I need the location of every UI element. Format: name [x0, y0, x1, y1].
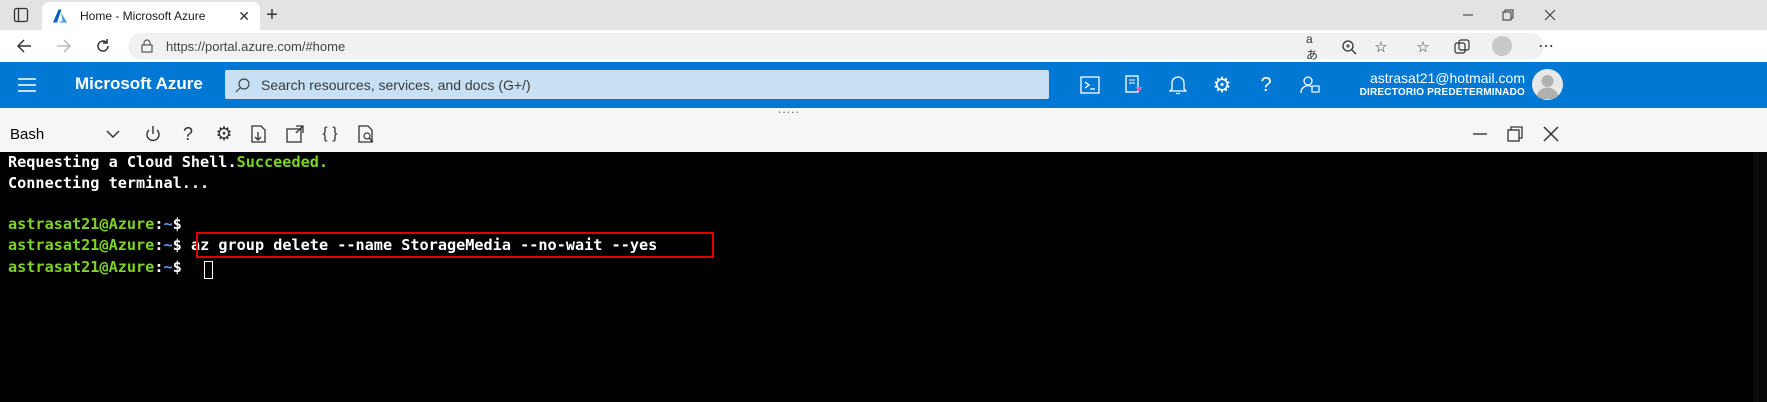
- prompt-user: astrasat21@Azure: [8, 215, 155, 233]
- azure-search-input[interactable]: Search resources, services, and docs (G+…: [225, 70, 1049, 99]
- upload-download-icon[interactable]: [248, 123, 270, 145]
- terminal-line-1: Requesting a Cloud Shell.Succeeded.: [8, 152, 328, 173]
- prompt-symbol: $: [172, 258, 182, 276]
- web-preview-icon[interactable]: [355, 123, 377, 145]
- terminal[interactable]: Requesting a Cloud Shell.Succeeded. Conn…: [0, 152, 1767, 402]
- prompt-path: ~: [163, 258, 173, 276]
- favorites-icon[interactable]: ☆: [1414, 38, 1432, 56]
- directory-filter-icon[interactable]: [1121, 72, 1147, 98]
- cloud-shell-icon[interactable]: [1077, 72, 1103, 98]
- forward-icon[interactable]: [54, 36, 74, 56]
- editor-braces-icon[interactable]: { }: [319, 123, 341, 145]
- zoom-icon[interactable]: [1340, 38, 1358, 56]
- minimize-shell-icon[interactable]: [1469, 123, 1491, 145]
- profile-avatar-icon[interactable]: [1492, 36, 1512, 56]
- terminal-cursor: [204, 261, 213, 279]
- command-highlight-box: [196, 232, 714, 258]
- terminal-line-2: Connecting terminal...: [8, 174, 210, 192]
- account-avatar[interactable]: [1532, 69, 1563, 100]
- account-info[interactable]: astrasat21@hotmail.com DIRECTORIO PREDET…: [1300, 70, 1525, 98]
- address-bar-row: https://portal.azure.com/#home aあ ☆ ☆ ⋯: [0, 30, 1767, 62]
- azure-favicon-icon: [53, 9, 67, 23]
- new-tab-button[interactable]: +: [262, 4, 282, 26]
- tab-close-icon[interactable]: ✕: [238, 8, 250, 25]
- restart-power-icon[interactable]: [142, 123, 164, 145]
- prompt-line-3: astrasat21@Azure:~$: [8, 257, 182, 278]
- tab-actions-icon[interactable]: [12, 6, 30, 24]
- search-placeholder: Search resources, services, and docs (G+…: [261, 76, 531, 93]
- account-email: astrasat21@hotmail.com: [1369, 70, 1525, 86]
- prompt-symbol: $: [172, 236, 182, 254]
- add-favorite-icon[interactable]: ☆: [1372, 38, 1390, 56]
- url-text: https://portal.azure.com/#home: [166, 38, 346, 54]
- back-icon[interactable]: [14, 36, 34, 56]
- refresh-icon[interactable]: [93, 36, 113, 56]
- open-session-icon[interactable]: [284, 123, 306, 145]
- address-bar[interactable]: https://portal.azure.com/#home: [128, 33, 1544, 59]
- shell-type-label: Bash: [10, 125, 45, 143]
- hamburger-menu-icon[interactable]: [16, 75, 38, 95]
- minimize-window-icon[interactable]: [1458, 5, 1478, 25]
- maximize-shell-icon[interactable]: [1504, 123, 1526, 145]
- succeeded-status: Succeeded.: [236, 153, 329, 171]
- more-options-icon[interactable]: ⋯: [1536, 36, 1556, 56]
- collections-icon[interactable]: [1453, 38, 1471, 56]
- prompt-user: astrasat21@Azure: [8, 236, 155, 254]
- request-text: Requesting a Cloud Shell.: [8, 153, 237, 171]
- help-icon[interactable]: ?: [1253, 72, 1279, 98]
- search-icon: [235, 77, 250, 92]
- resize-grip[interactable]: .....: [0, 102, 1767, 116]
- restore-window-icon[interactable]: [1498, 5, 1518, 25]
- prompt-path: ~: [163, 215, 173, 233]
- chevron-down-icon: [106, 130, 120, 138]
- prompt-user: astrasat21@Azure: [8, 258, 155, 276]
- shell-type-select[interactable]: Bash: [10, 124, 120, 144]
- prompt-symbol: $: [172, 215, 182, 233]
- close-shell-icon[interactable]: [1540, 123, 1562, 145]
- prompt-line-1: astrasat21@Azure:~$: [8, 214, 182, 235]
- prompt-path: ~: [163, 236, 173, 254]
- lock-icon: [141, 39, 153, 53]
- tab-title: Home - Microsoft Azure: [80, 9, 206, 23]
- shell-settings-icon[interactable]: ⚙: [213, 123, 235, 145]
- account-directory: DIRECTORIO PREDETERMINADO: [1359, 87, 1525, 98]
- browser-tab-strip: Home - Microsoft Azure ✕ +: [0, 0, 1767, 30]
- terminal-scrollbar[interactable]: [1753, 152, 1767, 402]
- azure-brand[interactable]: Microsoft Azure: [75, 74, 203, 94]
- grip-dots: .....: [778, 102, 800, 116]
- azure-header: Microsoft Azure Search resources, servic…: [0, 62, 1767, 108]
- help-question-icon[interactable]: ?: [177, 123, 199, 145]
- read-aloud-icon[interactable]: aあ: [1306, 32, 1324, 62]
- browser-tab[interactable]: Home - Microsoft Azure ✕: [42, 2, 260, 30]
- notifications-bell-icon[interactable]: [1165, 72, 1191, 98]
- close-window-icon[interactable]: [1540, 5, 1560, 25]
- settings-gear-icon[interactable]: ⚙: [1209, 72, 1235, 98]
- cloud-shell-toolbar: Bash ? ⚙ { }: [0, 116, 1767, 153]
